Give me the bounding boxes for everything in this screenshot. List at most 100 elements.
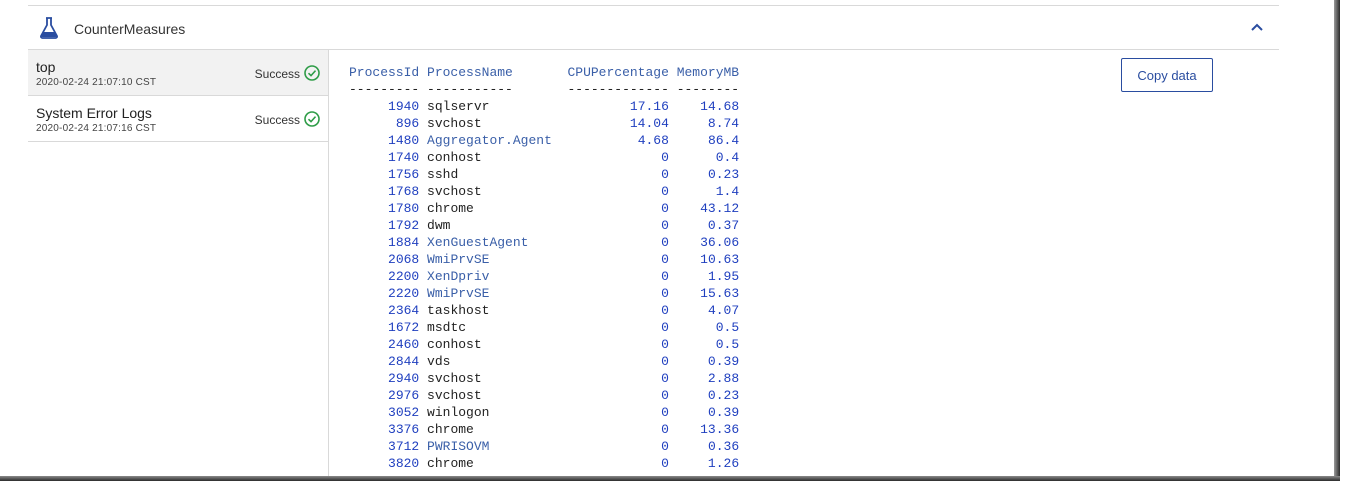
task-timestamp: 2020-02-24 21:07:16 CST	[36, 123, 157, 134]
command-output: ProcessId ProcessName CPUPercentage Memo…	[349, 64, 739, 472]
process-name: sshd	[427, 167, 459, 182]
cpu-percentage: 0	[661, 405, 669, 420]
cpu-percentage: 0	[661, 150, 669, 165]
copy-data-button[interactable]: Copy data	[1121, 58, 1213, 92]
countermeasures-panel: CounterMeasures top 2020-02-24 21:07:10 …	[28, 5, 1279, 476]
process-id: 2220	[388, 286, 420, 301]
process-id: 1756	[388, 167, 420, 182]
process-id: 1940	[388, 99, 420, 114]
memory-mb: 8.74	[707, 116, 740, 131]
memory-mb: 0.23	[707, 167, 740, 182]
process-name: chrome	[427, 456, 474, 471]
process-name: WmiPrvSE	[427, 286, 490, 301]
process-id: 1884	[388, 235, 420, 250]
process-id: 1768	[388, 184, 420, 199]
cpu-percentage: 0	[661, 201, 669, 216]
column-header: MemoryMB	[676, 65, 740, 80]
column-separator: ---------	[349, 82, 420, 97]
task-list: top 2020-02-24 21:07:10 CST Success Syst…	[28, 50, 329, 476]
process-id: 2844	[388, 354, 420, 369]
window-shadow-bottom	[0, 476, 1340, 481]
process-id: 1672	[388, 320, 420, 335]
process-id: 3376	[388, 422, 420, 437]
memory-mb: 0.23	[707, 388, 740, 403]
cpu-percentage: 0	[661, 388, 669, 403]
task-item-system-error-logs[interactable]: System Error Logs 2020-02-24 21:07:16 CS…	[28, 96, 328, 142]
output-row: 2460 conhost 0 0.5	[349, 336, 739, 353]
success-check-icon	[304, 65, 320, 81]
cpu-percentage: 17.16	[629, 99, 669, 114]
process-name: XenDpriv	[427, 269, 490, 284]
panel-header[interactable]: CounterMeasures	[28, 6, 1279, 50]
memory-mb: 86.4	[707, 133, 740, 148]
output-row: 896 svchost 14.04 8.74	[349, 115, 739, 132]
process-id: 1480	[388, 133, 420, 148]
status-label: Success	[254, 113, 300, 127]
output-row: 3052 winlogon 0 0.39	[349, 404, 739, 421]
output-row: 1756 sshd 0 0.23	[349, 166, 739, 183]
flask-icon	[40, 17, 58, 39]
memory-mb: 1.95	[707, 269, 740, 284]
task-name: System Error Logs	[36, 105, 152, 121]
process-id: 1792	[388, 218, 420, 233]
memory-mb: 0.5	[715, 337, 740, 352]
output-row: 2940 svchost 0 2.88	[349, 370, 739, 387]
output-header-row: ProcessId ProcessName CPUPercentage Memo…	[349, 64, 739, 81]
output-row: 3376 chrome 0 13.36	[349, 421, 739, 438]
output-row: 3712 PWRISOVM 0 0.36	[349, 438, 739, 455]
process-id: 2940	[388, 371, 420, 386]
output-row: 1940 sqlservr 17.16 14.68	[349, 98, 739, 115]
cpu-percentage: 0	[661, 218, 669, 233]
column-header: ProcessName	[427, 65, 513, 80]
process-id: 2460	[388, 337, 420, 352]
process-name: svchost	[427, 388, 482, 403]
cpu-percentage: 0	[661, 184, 669, 199]
cpu-percentage: 0	[661, 303, 669, 318]
process-id: 1780	[388, 201, 420, 216]
process-name: XenGuestAgent	[427, 235, 529, 250]
process-name: PWRISOVM	[427, 439, 490, 454]
chevron-up-icon[interactable]	[1250, 22, 1264, 32]
output-row: 3820 chrome 0 1.26	[349, 455, 739, 472]
memory-mb: 1.4	[715, 184, 740, 199]
memory-mb: 15.63	[700, 286, 740, 301]
memory-mb: 0.39	[707, 354, 740, 369]
memory-mb: 36.06	[700, 235, 740, 250]
process-name: taskhost	[427, 303, 490, 318]
cpu-percentage: 0	[661, 439, 669, 454]
cpu-percentage: 0	[661, 371, 669, 386]
output-row: 1480 Aggregator.Agent 4.68 86.4	[349, 132, 739, 149]
memory-mb: 10.63	[700, 252, 740, 267]
process-name: conhost	[427, 337, 482, 352]
cpu-percentage: 4.68	[637, 133, 669, 148]
process-id: 2976	[388, 388, 420, 403]
process-id: 2200	[388, 269, 420, 284]
output-row: 2220 WmiPrvSE 0 15.63	[349, 285, 739, 302]
cpu-percentage: 0	[661, 286, 669, 301]
process-name: svchost	[427, 116, 482, 131]
memory-mb: 0.36	[707, 439, 740, 454]
task-name: top	[36, 59, 56, 75]
process-name: vds	[427, 354, 451, 369]
task-item-top[interactable]: top 2020-02-24 21:07:10 CST Success	[28, 50, 328, 96]
process-id: 3712	[388, 439, 420, 454]
output-row: 2844 vds 0 0.39	[349, 353, 739, 370]
process-name: chrome	[427, 201, 474, 216]
memory-mb: 13.36	[700, 422, 740, 437]
process-name: sqlservr	[427, 99, 490, 114]
success-check-icon	[304, 111, 320, 127]
memory-mb: 4.07	[707, 303, 740, 318]
column-separator: --------	[676, 82, 740, 97]
memory-mb: 0.4	[715, 150, 740, 165]
column-header: ProcessId	[349, 65, 420, 80]
status-label: Success	[254, 67, 300, 81]
output-row: 2976 svchost 0 0.23	[349, 387, 739, 404]
output-row: 1672 msdtc 0 0.5	[349, 319, 739, 336]
cpu-percentage: 0	[661, 167, 669, 182]
cpu-percentage: 14.04	[629, 116, 669, 131]
output-separator-row: --------- ----------- ------------- ----…	[349, 81, 739, 98]
process-name: chrome	[427, 422, 474, 437]
process-name: winlogon	[427, 405, 490, 420]
cpu-percentage: 0	[661, 337, 669, 352]
process-id: 3820	[388, 456, 420, 471]
